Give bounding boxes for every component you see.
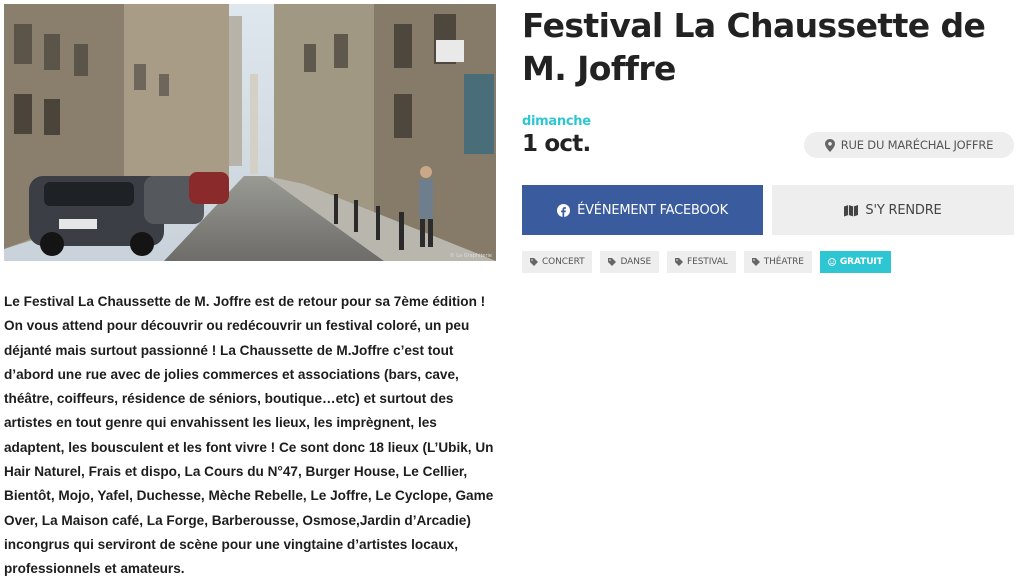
smile-icon (827, 258, 836, 266)
location-pill[interactable]: RUE DU MARÉCHAL JOFFRE (804, 132, 1014, 158)
tag-label: FESTIVAL (687, 257, 728, 267)
location-label: RUE DU MARÉCHAL JOFFRE (840, 138, 994, 152)
event-description: Le Festival La Chaussette de M. Joffre e… (4, 294, 494, 577)
tag-danse[interactable]: DANSE (600, 251, 660, 273)
tag-concert[interactable]: CONCERT (522, 251, 593, 273)
tag-icon (530, 258, 538, 266)
map-pin-icon (824, 138, 835, 152)
event-date: 1 oct. (522, 131, 591, 157)
tag-icon (608, 258, 617, 266)
photo-credit: © La Graphiterie (449, 253, 492, 259)
tag-label: DANSE (620, 257, 652, 267)
street-photo-illustration (4, 4, 496, 261)
tag-label: GRATUIT (839, 257, 883, 267)
facebook-event-button[interactable]: ÉVÉNEMENT FACEBOOK (522, 185, 763, 235)
facebook-button-label: ÉVÉNEMENT FACEBOOK (577, 202, 728, 218)
map-icon (844, 204, 859, 216)
tag-label: THÉATRE (763, 257, 804, 267)
event-title: Festival La Chaussette de M. Joffre (522, 6, 986, 88)
tag-icon (751, 258, 760, 266)
facebook-icon (557, 203, 571, 217)
event-day: dimanche (522, 114, 591, 129)
tag-icon (675, 258, 684, 266)
tag-label: CONCERT (542, 257, 585, 267)
directions-button[interactable]: S'Y RENDRE (772, 185, 1014, 235)
tag-gratuit[interactable]: GRATUIT (819, 251, 891, 273)
tag-list: CONCERT DANSE FESTIVAL THÉATRE GRATUIT (522, 251, 891, 273)
directions-button-label: S'Y RENDRE (865, 202, 942, 218)
tag-festival[interactable]: FESTIVAL (667, 251, 736, 273)
event-photo: © La Graphiterie (4, 4, 496, 261)
tag-theatre[interactable]: THÉATRE (743, 251, 812, 273)
